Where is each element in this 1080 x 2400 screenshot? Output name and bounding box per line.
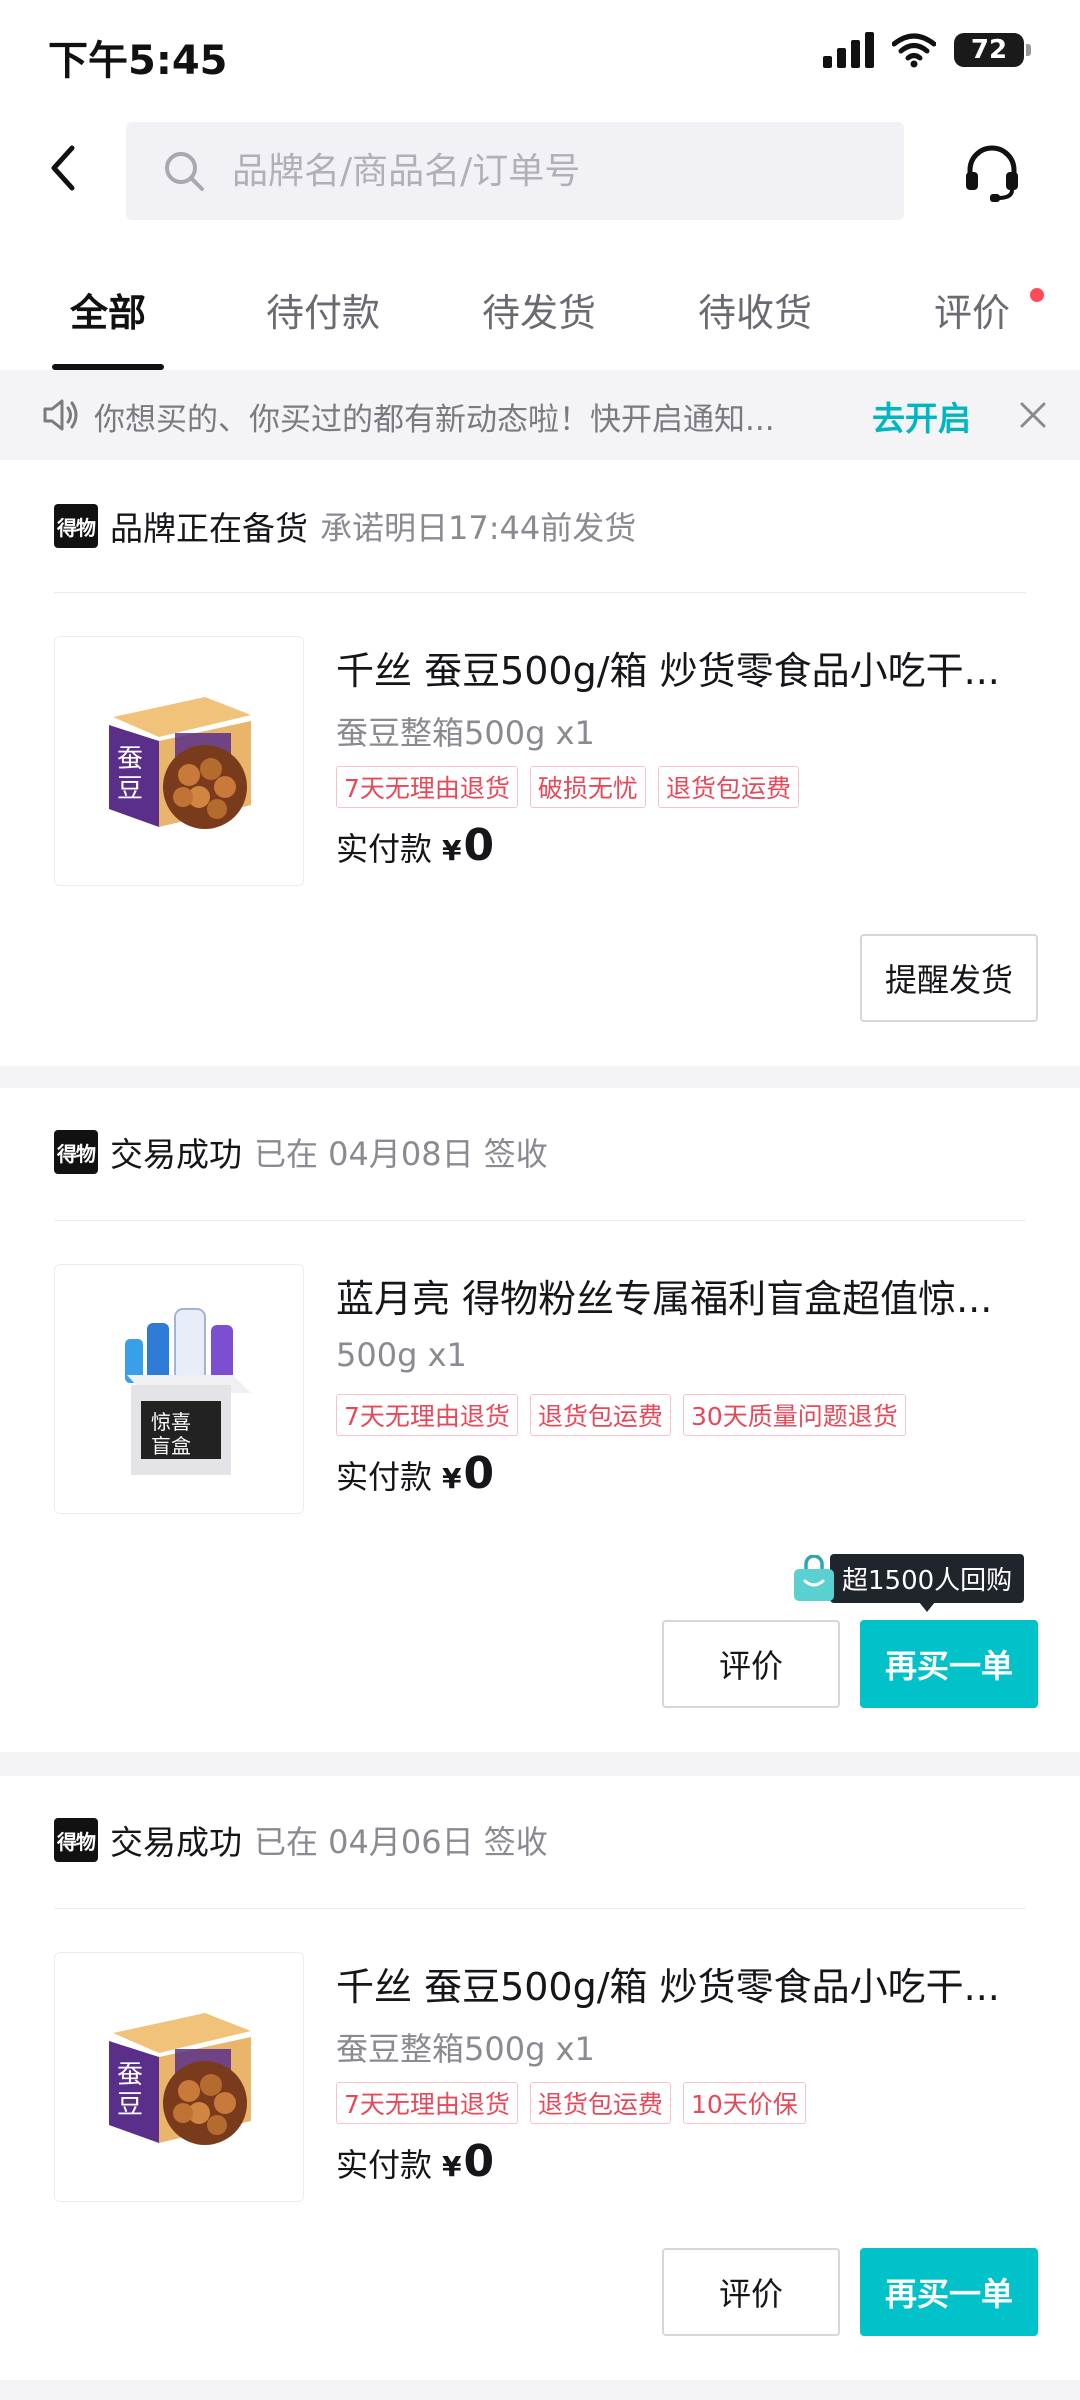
product-title[interactable]: 蓝月亮 得物粉丝专属福利盲盒超值惊... (336, 1268, 1036, 1323)
back-arrow-icon[interactable] (40, 138, 88, 198)
service-tag: 退货包运费 (529, 1394, 671, 1436)
divider (54, 592, 1026, 593)
order-card[interactable]: 得物 品牌正在备货 承诺明日17:44前发货 蚕 豆 千丝 蚕豆500g/箱 炒… (0, 460, 1080, 1066)
order-header: 得物 品牌正在备货 承诺明日17:44前发货 (54, 504, 636, 548)
order-header: 得物 交易成功 已在 04月08日 签收 (54, 1130, 548, 1174)
buy-again-button[interactable]: 再买一单 (860, 2248, 1038, 2336)
product-title[interactable]: 千丝 蚕豆500g/箱 炒货零食品小吃干... (336, 640, 1036, 695)
svg-text:豆: 豆 (117, 2090, 143, 2120)
tab-review[interactable]: 评价 (934, 282, 1010, 337)
service-tags: 7天无理由退货 退货包运费 30天质量问题退货 (336, 1394, 906, 1436)
svg-text:豆: 豆 (117, 774, 143, 804)
headset-icon[interactable] (962, 142, 1022, 204)
product-image[interactable]: 蚕 豆 (54, 636, 304, 886)
paid-label: 实付款 (336, 2146, 433, 2184)
svg-text:蚕: 蚕 (117, 744, 143, 774)
currency-symbol: ¥ (442, 834, 462, 867)
notice-text: 你想买的、你买过的都有新动态啦！快开启通知... (94, 402, 775, 438)
service-tag: 7天无理由退货 (336, 1394, 518, 1436)
review-button[interactable]: 评价 (662, 2248, 840, 2336)
divider (54, 1220, 1026, 1221)
review-badge-dot (1030, 288, 1044, 302)
amount-value: 0 (463, 1448, 495, 1499)
search-bar[interactable] (126, 122, 904, 220)
product-image[interactable]: 惊喜 盲盒 (54, 1264, 304, 1514)
product-spec: 蚕豆整箱500g x1 (336, 714, 595, 752)
svg-text:蚕: 蚕 (117, 2060, 143, 2090)
wifi-icon (892, 33, 936, 68)
divider (54, 1908, 1026, 1909)
service-tag: 退货包运费 (529, 2082, 671, 2124)
shop-logo: 得物 (54, 504, 98, 548)
product-spec: 蚕豆整箱500g x1 (336, 2030, 595, 2068)
svg-text:惊喜: 惊喜 (151, 1410, 191, 1434)
status-bar: 下午5:45 72 (0, 0, 1080, 108)
signal-icon (823, 32, 874, 68)
paid-label: 实付款 (336, 1458, 433, 1496)
amount-value: 0 (463, 820, 495, 871)
order-status: 交易成功 (110, 1823, 242, 1862)
service-tags: 7天无理由退货 破损无忧 退货包运费 (336, 766, 799, 808)
header (0, 108, 1080, 238)
tab-pending-payment[interactable]: 待付款 (266, 282, 380, 337)
tab-all[interactable]: 全部 (70, 282, 146, 337)
buy-again-button[interactable]: 再买一单 (860, 1620, 1038, 1708)
paid-amount: 实付款 ¥ 0 (336, 820, 494, 871)
service-tag: 10天价保 (682, 2082, 806, 2124)
rebuy-tooltip: 超1500人回购 (792, 1554, 1025, 1612)
remind-shipment-button[interactable]: 提醒发货 (860, 934, 1038, 1022)
shopping-bag-icon (794, 1554, 834, 1601)
tab-pending-shipment[interactable]: 待发货 (482, 282, 596, 337)
enable-notification-link[interactable]: 去开启 (872, 392, 971, 440)
notification-banner: 你想买的、你买过的都有新动态啦！快开启通知... 去开启 (0, 370, 1080, 460)
service-tag: 30天质量问题退货 (682, 1394, 906, 1436)
service-tag: 7天无理由退货 (336, 2082, 518, 2124)
svg-text:盲盒: 盲盒 (151, 1434, 191, 1458)
battery-icon: 72 (954, 33, 1031, 67)
shop-logo: 得物 (54, 1818, 98, 1862)
currency-symbol: ¥ (442, 2150, 462, 2183)
service-tag: 退货包运费 (657, 766, 799, 808)
order-tabs: 全部 待付款 待发货 待收货 评价 (0, 238, 1080, 370)
speaker-icon (43, 399, 78, 431)
service-tag: 破损无忧 (529, 766, 646, 808)
service-tag: 7天无理由退货 (336, 766, 518, 808)
amount-value: 0 (463, 2136, 495, 2187)
order-card[interactable]: 得物 交易成功 已在 04月06日 签收 蚕 豆 千丝 蚕豆500g/箱 炒货零… (0, 1776, 1080, 2380)
order-info: 已在 04月08日 签收 (254, 1135, 548, 1173)
order-status: 品牌正在备货 (110, 509, 308, 548)
rebuy-count-text: 超1500人回购 (830, 1554, 1025, 1612)
order-card[interactable]: 得物 交易成功 已在 04月08日 签收 惊喜 盲盒 蓝月亮 得物粉丝专属福利盲… (0, 1088, 1080, 1752)
paid-amount: 实付款 ¥ 0 (336, 2136, 494, 2187)
currency-symbol: ¥ (442, 1462, 462, 1495)
order-info: 承诺明日17:44前发货 (320, 509, 637, 547)
product-image[interactable]: 蚕 豆 (54, 1952, 304, 2202)
paid-label: 实付款 (336, 830, 433, 868)
status-icons: 72 (823, 32, 1031, 68)
service-tags: 7天无理由退货 退货包运费 10天价保 (336, 2082, 806, 2124)
search-input[interactable] (232, 150, 872, 192)
order-info: 已在 04月06日 签收 (254, 1823, 548, 1861)
shop-logo: 得物 (54, 1130, 98, 1174)
review-button[interactable]: 评价 (662, 1620, 840, 1708)
paid-amount: 实付款 ¥ 0 (336, 1448, 494, 1499)
status-time: 下午5:45 (48, 38, 228, 84)
order-status: 交易成功 (110, 1135, 242, 1174)
product-title[interactable]: 千丝 蚕豆500g/箱 炒货零食品小吃干... (336, 1956, 1036, 2011)
order-header: 得物 交易成功 已在 04月06日 签收 (54, 1818, 548, 1862)
product-spec: 500g x1 (336, 1336, 467, 1374)
tab-pending-receipt[interactable]: 待收货 (698, 282, 812, 337)
close-icon[interactable] (1018, 400, 1048, 430)
search-icon (165, 152, 204, 191)
